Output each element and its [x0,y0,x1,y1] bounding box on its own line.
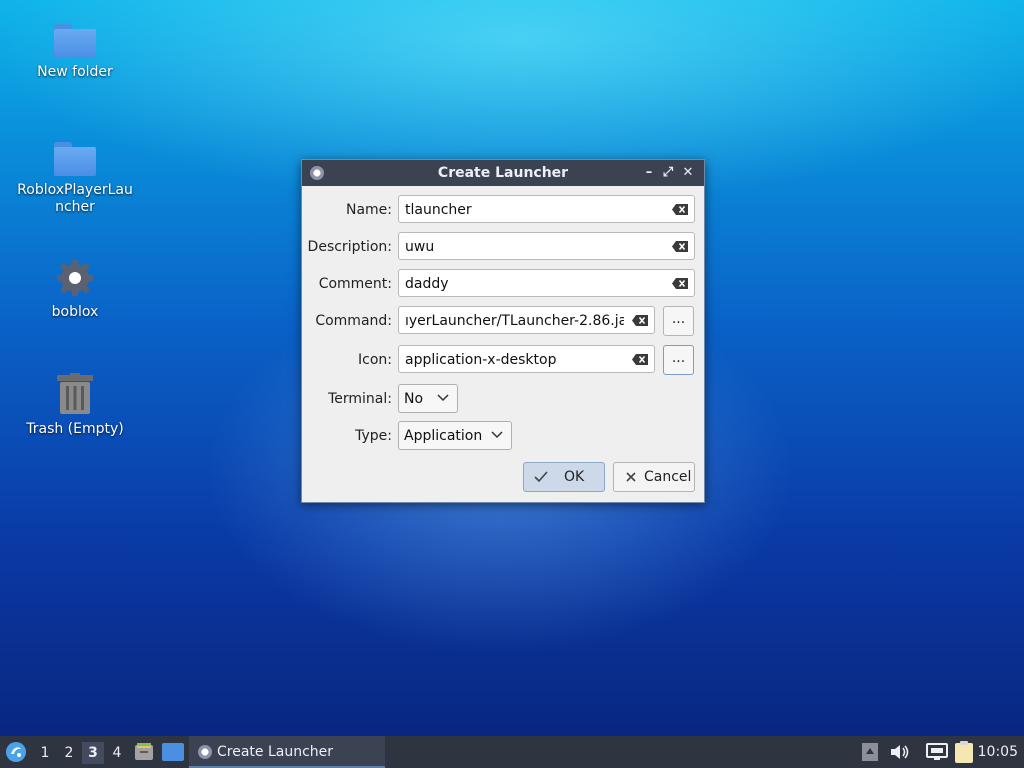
app-icon [198,745,212,759]
command-field[interactable]: ıyerLauncher/TLauncher-2.86.jar [398,306,655,334]
icon-label: Icon: [358,352,392,368]
workspace-2[interactable]: 2 [58,742,80,764]
show-desktop-icon[interactable] [162,743,184,761]
command-value: ıyerLauncher/TLauncher-2.86.jar [405,313,624,329]
taskbar-task-create-launcher[interactable]: Create Launcher [189,736,385,768]
ok-button[interactable]: OK [523,462,605,492]
chevron-down-icon [437,394,449,402]
clear-text-icon[interactable] [672,241,688,252]
command-label: Command: [315,313,392,329]
maximize-icon[interactable]: ⤢ [659,163,677,183]
cancel-button[interactable]: Cancel [613,462,695,492]
name-label: Name: [345,202,392,218]
close-icon [626,472,636,482]
type-value: Application [404,428,483,444]
ok-label: OK [564,469,585,485]
close-icon[interactable]: ✕ [679,163,697,183]
icon-browse-button[interactable]: ... [663,345,694,375]
terminal-value: No [404,391,424,407]
comment-row: Comment: daddy [302,269,704,299]
clock[interactable]: 10:05 [978,744,1018,760]
name-value: tlauncher [405,202,472,218]
workspace-1[interactable]: 1 [34,742,56,764]
workspace-3[interactable]: 3 [82,742,104,764]
command-row: Command: ıyerLauncher/TLauncher-2.86.jar… [302,306,704,336]
description-label: Description: [307,239,392,255]
type-select[interactable]: Application [398,421,512,450]
cancel-label: Cancel [644,469,692,485]
desktop-icon-label: Trash (Empty) [26,421,124,437]
start-menu-icon[interactable] [5,741,27,763]
minimize-icon[interactable]: – [640,163,658,183]
desktop-icon-trash[interactable]: Trash (Empty) [15,373,135,438]
taskbar: 1 2 3 4 Create Launcher 10:05 [0,736,1024,768]
name-field[interactable]: tlauncher [398,195,695,223]
name-row: Name: tlauncher [302,195,704,225]
folder-icon [54,142,96,176]
type-label: Type: [355,428,392,444]
dialog-titlebar[interactable]: Create Launcher – ⤢ ✕ [302,160,704,186]
terminal-row: Terminal: No [302,384,704,414]
clear-text-icon[interactable] [672,278,688,289]
terminal-select[interactable]: No [398,384,458,413]
desktop-icon-label: RobloxPlayerLau ncher [17,182,133,215]
task-label: Create Launcher [217,744,334,760]
comment-value: daddy [405,276,449,292]
icon-field[interactable]: application-x-desktop [398,345,655,373]
file-manager-icon[interactable] [134,742,154,762]
desktop-icon-label: New folder [37,64,113,80]
volume-icon[interactable] [890,743,910,761]
comment-field[interactable]: daddy [398,269,695,297]
comment-label: Comment: [318,276,392,292]
terminal-label: Terminal: [328,391,392,407]
create-launcher-dialog: Create Launcher – ⤢ ✕ Name: tlauncher De… [301,159,705,503]
folder-icon [54,24,96,58]
clear-text-icon[interactable] [632,354,648,365]
command-browse-button[interactable]: ... [663,306,694,336]
icon-value: application-x-desktop [405,352,557,368]
desktop-icon-robloxplayerlauncher[interactable]: RobloxPlayerLau ncher [15,142,135,216]
clear-text-icon[interactable] [632,315,648,326]
type-row: Type: Application [302,421,704,451]
notification-icon[interactable] [862,743,878,761]
clear-text-icon[interactable] [672,204,688,215]
trash-icon [57,373,93,414]
clipboard-icon[interactable] [954,741,974,763]
icon-row: Icon: application-x-desktop ... [302,345,704,375]
desktop-icon-label: boblox [51,304,99,320]
description-value: uwu [405,239,435,255]
description-field[interactable]: uwu [398,232,695,260]
desktop-icon-new-folder[interactable]: New folder [15,24,135,81]
workspace-4[interactable]: 4 [106,742,128,764]
gear-icon [57,260,93,296]
description-row: Description: uwu [302,232,704,262]
network-icon[interactable] [926,743,948,761]
desktop-icon-boblox[interactable]: boblox [15,258,135,321]
check-icon [534,471,548,483]
chevron-down-icon [491,431,503,439]
